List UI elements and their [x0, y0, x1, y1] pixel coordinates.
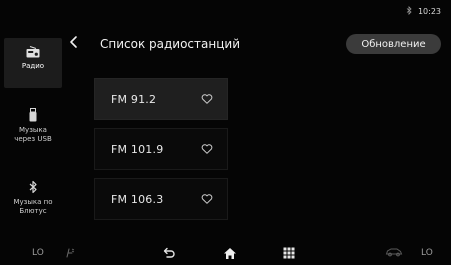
sidebar-item-label: Радио: [21, 62, 45, 70]
station-frequency: FM 91.2: [111, 92, 157, 106]
bluetooth-icon: [29, 180, 37, 194]
grid-icon[interactable]: [283, 247, 295, 259]
station-frequency: FM 106.3: [111, 192, 164, 206]
status-bar: 10:23: [406, 6, 441, 17]
heart-icon[interactable]: [201, 193, 213, 205]
list-item[interactable]: FM 101.9: [94, 128, 228, 170]
heart-icon[interactable]: [201, 93, 213, 105]
back-button[interactable]: [66, 34, 82, 50]
right-temperature[interactable]: LO: [421, 248, 433, 258]
sidebar-item-label: Музыка через USB: [14, 126, 52, 143]
station-frequency: FM 101.9: [111, 142, 164, 156]
radio-icon: [26, 46, 40, 58]
heart-icon[interactable]: [201, 143, 213, 155]
sidebar-item-bluetooth-music[interactable]: Музыка по Блютус: [4, 180, 62, 232]
left-temperature[interactable]: LO: [32, 248, 44, 258]
home-icon[interactable]: [223, 247, 237, 260]
bottom-bar: LO LO: [0, 244, 451, 265]
list-item[interactable]: FM 91.2: [94, 78, 228, 120]
sidebar: Радио Музыка через USB Музыка по Блютус: [4, 30, 62, 238]
seat-fan-icon[interactable]: [64, 247, 76, 259]
sidebar-item-label: Музыка по Блютус: [13, 198, 53, 215]
bluetooth-icon: [406, 6, 412, 17]
list-item[interactable]: FM 106.3: [94, 178, 228, 220]
sidebar-item-radio[interactable]: Радио: [4, 38, 62, 88]
update-button[interactable]: Обновление: [346, 34, 441, 54]
radio-screen: 10:23 Радио Музыка через USB Музыка по Б…: [0, 0, 451, 265]
back-icon[interactable]: [162, 247, 176, 259]
chevron-left-icon: [70, 36, 77, 48]
clock: 10:23: [417, 7, 441, 16]
sidebar-item-usb-music[interactable]: Музыка через USB: [4, 108, 62, 160]
car-icon[interactable]: [385, 247, 403, 257]
usb-icon: [29, 108, 37, 122]
page-title: Список радиостанций: [100, 37, 240, 51]
